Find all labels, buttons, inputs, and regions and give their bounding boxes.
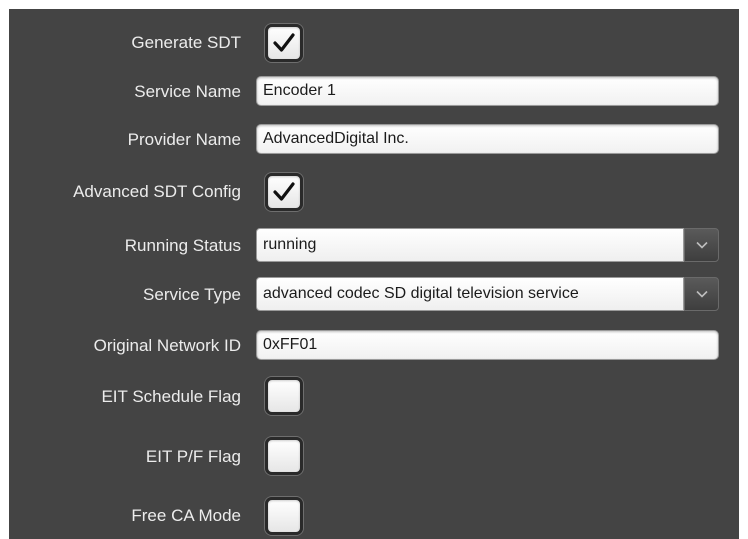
advanced-sdt-config-row: Advanced SDT Config	[9, 172, 739, 212]
chevron-down-icon	[696, 241, 708, 249]
free-ca-mode-checkbox[interactable]	[265, 497, 303, 535]
service-type-row: Service Type advanced codec SD digital t…	[9, 277, 739, 311]
service-type-select[interactable]: advanced codec SD digital television ser…	[256, 277, 719, 311]
running-status-row: Running Status running	[9, 228, 739, 262]
original-network-id-row: Original Network ID 0xFF01	[9, 328, 739, 362]
generate-sdt-label: Generate SDT	[131, 33, 241, 52]
checkmark-icon	[273, 33, 295, 52]
service-name-label: Service Name	[134, 82, 241, 101]
service-name-input[interactable]: Encoder 1	[256, 76, 719, 106]
free-ca-mode-label: Free CA Mode	[131, 506, 241, 525]
eit-pf-flag-row: EIT P/F Flag	[9, 436, 739, 476]
provider-name-label: Provider Name	[127, 130, 241, 149]
service-name-row: Service Name Encoder 1	[9, 73, 739, 107]
eit-pf-flag-checkbox[interactable]	[265, 437, 303, 475]
provider-name-row: Provider Name AdvancedDigital Inc.	[9, 121, 739, 155]
running-status-dropdown-button[interactable]	[684, 228, 719, 262]
running-status-label: Running Status	[124, 236, 241, 255]
original-network-id-input[interactable]: 0xFF01	[256, 330, 719, 360]
service-type-label: Service Type	[143, 285, 241, 304]
eit-pf-flag-label: EIT P/F Flag	[145, 447, 241, 466]
eit-schedule-flag-label: EIT Schedule Flag	[101, 387, 241, 406]
service-type-value[interactable]: advanced codec SD digital television ser…	[256, 277, 684, 311]
advanced-sdt-config-label: Advanced SDT Config	[73, 182, 241, 201]
running-status-value[interactable]: running	[256, 228, 684, 262]
checkmark-icon	[273, 182, 295, 201]
advanced-sdt-config-checkbox[interactable]	[265, 173, 303, 211]
free-ca-mode-row: Free CA Mode	[9, 496, 739, 536]
generate-sdt-checkbox[interactable]	[265, 24, 303, 62]
running-status-select[interactable]: running	[256, 228, 719, 262]
eit-schedule-flag-row: EIT Schedule Flag	[9, 376, 739, 416]
provider-name-input[interactable]: AdvancedDigital Inc.	[256, 124, 719, 154]
sdt-settings-panel: Generate SDT Service Name Encoder 1 Prov…	[9, 9, 739, 539]
service-type-dropdown-button[interactable]	[684, 277, 719, 311]
generate-sdt-row: Generate SDT	[9, 23, 739, 63]
chevron-down-icon	[696, 290, 708, 298]
eit-schedule-flag-checkbox[interactable]	[265, 377, 303, 415]
original-network-id-label: Original Network ID	[93, 336, 241, 355]
